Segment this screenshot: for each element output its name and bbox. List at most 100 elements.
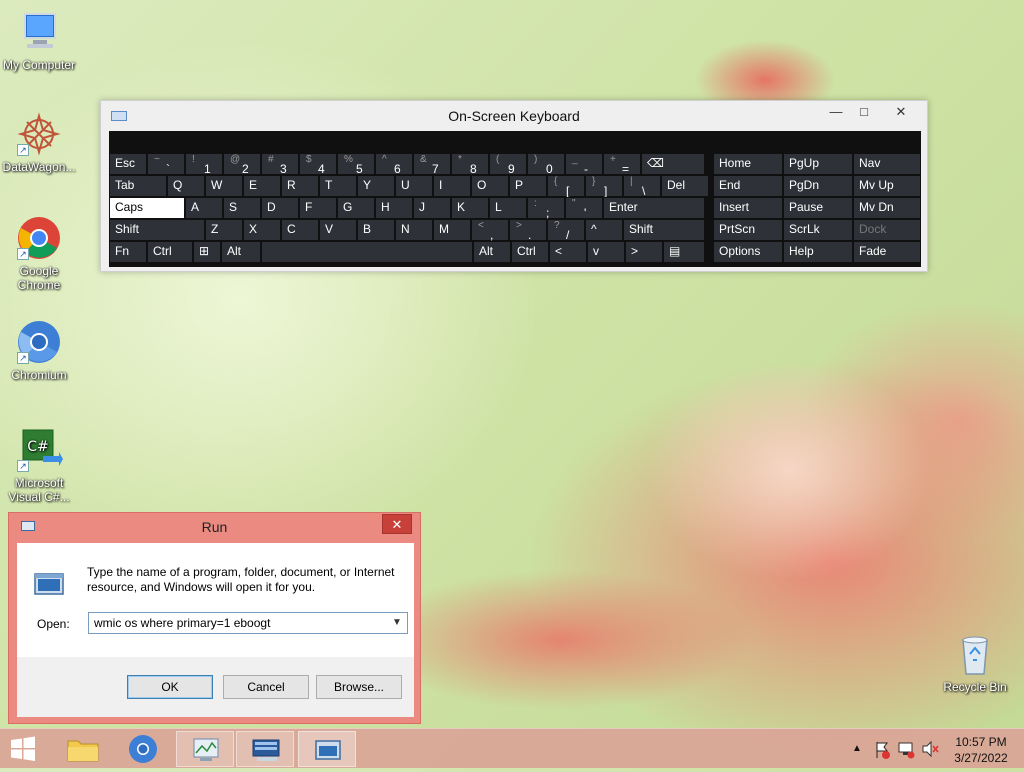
key-lctrl[interactable]: Ctrl [147,241,193,263]
key-home[interactable]: Home [713,153,783,175]
key-dock[interactable]: Dock [853,219,921,241]
key-e[interactable]: E [243,175,281,197]
key-semicolon[interactable]: :; [527,197,565,220]
key-pgdn[interactable]: PgDn [783,175,853,197]
key-rshift[interactable]: Shift [623,219,705,241]
taskbar-file-explorer[interactable] [54,731,112,767]
key-g[interactable]: G [337,197,375,219]
key-prtscn[interactable]: PrtScn [713,219,783,241]
key-minus[interactable]: _ - [565,153,603,176]
key-0[interactable]: ) 0 [527,153,565,176]
key-n[interactable]: N [395,219,433,241]
taskbar-task-manager[interactable] [176,731,234,767]
key-y[interactable]: Y [357,175,395,197]
key-help[interactable]: Help [783,241,853,263]
key-c[interactable]: C [281,219,319,241]
desktop-icon-chromium[interactable]: ↗ Chromium [0,318,78,382]
key-win[interactable]: ⊞ [193,241,221,263]
minimize-button[interactable]: — [823,101,849,123]
key-lshift[interactable]: Shift [109,219,205,241]
desktop-icon-datawagon[interactable]: ↗ DataWagon... [0,110,78,174]
key-slash[interactable]: ? / [547,219,585,242]
maximize-button[interactable]: □ [851,101,877,123]
key-h[interactable]: H [375,197,413,219]
key-menu[interactable]: ▤ [663,241,705,263]
close-button[interactable]: ✕ [879,101,923,123]
key-k[interactable]: K [451,197,489,219]
key-lalt[interactable]: Alt [221,241,261,263]
key-space[interactable] [261,241,473,263]
key-esc[interactable]: Esc [109,153,147,175]
key-3[interactable]: #3 [261,153,299,176]
key-mvdn[interactable]: Mv Dn [853,197,921,219]
key-x[interactable]: X [243,219,281,241]
key-enter[interactable]: Enter [603,197,705,219]
desktop-icon-visual-csharp[interactable]: C# ↗ Microsoft Visual C#... [0,426,78,504]
clock[interactable]: 10:57 PM 3/27/2022 [946,729,1016,769]
key-s[interactable]: S [223,197,261,219]
key-lbracket[interactable]: {[ [547,175,585,198]
key-4[interactable]: $4 [299,153,337,176]
key-l[interactable]: L [489,197,527,219]
key-q[interactable]: Q [167,175,205,197]
key-u[interactable]: U [395,175,433,197]
run-titlebar[interactable]: Run ✕ [9,513,420,541]
key-o[interactable]: O [471,175,509,197]
key-a[interactable]: A [185,197,223,219]
key-pause[interactable]: Pause [783,197,853,219]
key-rctrl[interactable]: Ctrl [511,241,549,263]
taskbar-run[interactable] [298,731,356,767]
key-w[interactable]: W [205,175,243,197]
key-period[interactable]: >. [509,219,547,242]
key-equals[interactable]: + = [603,153,641,176]
key-t[interactable]: T [319,175,357,197]
key-9[interactable]: (9 [489,153,527,176]
key-end[interactable]: End [713,175,783,197]
key-caps[interactable]: Caps [109,197,185,219]
key-fn[interactable]: Fn [109,241,147,263]
key-quote[interactable]: " ' [565,197,603,220]
key-7[interactable]: & 7 [413,153,451,176]
taskbar-on-screen-keyboard[interactable] [236,731,294,767]
key-insert[interactable]: Insert [713,197,783,219]
key-m[interactable]: M [433,219,471,241]
key-backspace[interactable]: ⌫ [641,153,705,175]
key-grave[interactable]: ~ ` [147,153,185,176]
key-8[interactable]: * 8 [451,153,489,176]
key-5[interactable]: % 5 [337,153,375,176]
key-p[interactable]: P [509,175,547,197]
desktop-icon-recycle-bin[interactable]: Recycle Bin [936,630,1014,694]
desktop-icon-my-computer[interactable]: My Computer [0,8,78,72]
desktop-icon-google-chrome[interactable]: ↗ Google Chrome [0,214,78,292]
key-comma[interactable]: <, [471,219,509,242]
key-i[interactable]: I [433,175,471,197]
volume-muted-icon[interactable] [920,729,940,769]
key-6[interactable]: ^ 6 [375,153,413,176]
key-j[interactable]: J [413,197,451,219]
network-icon[interactable] [896,729,916,769]
key-ralt[interactable]: Alt [473,241,511,263]
key-mvup[interactable]: Mv Up [853,175,921,197]
taskbar-chromium[interactable] [114,731,172,767]
browse-button[interactable]: Browse... [316,675,402,699]
key-down[interactable]: v [587,241,625,263]
ok-button[interactable]: OK [127,675,213,699]
key-backslash[interactable]: | \ [623,175,661,198]
key-b[interactable]: B [357,219,395,241]
osk-titlebar[interactable]: On-Screen Keyboard — □ ✕ [101,101,927,131]
action-center-flag-icon[interactable] [872,729,892,769]
key-pgup[interactable]: PgUp [783,153,853,175]
key-rbracket[interactable]: }] [585,175,623,198]
run-close-button[interactable]: ✕ [382,514,412,534]
show-hidden-icons-button[interactable]: ▲ [850,729,864,769]
start-button[interactable] [6,735,40,763]
key-right[interactable]: > [625,241,663,263]
key-fade[interactable]: Fade [853,241,921,263]
key-z[interactable]: Z [205,219,243,241]
key-d[interactable]: D [261,197,299,219]
key-1[interactable]: ! 1 [185,153,223,176]
chevron-down-icon[interactable]: ▼ [390,615,404,631]
key-v[interactable]: V [319,219,357,241]
key-del[interactable]: Del [661,175,709,197]
key-f[interactable]: F [299,197,337,219]
